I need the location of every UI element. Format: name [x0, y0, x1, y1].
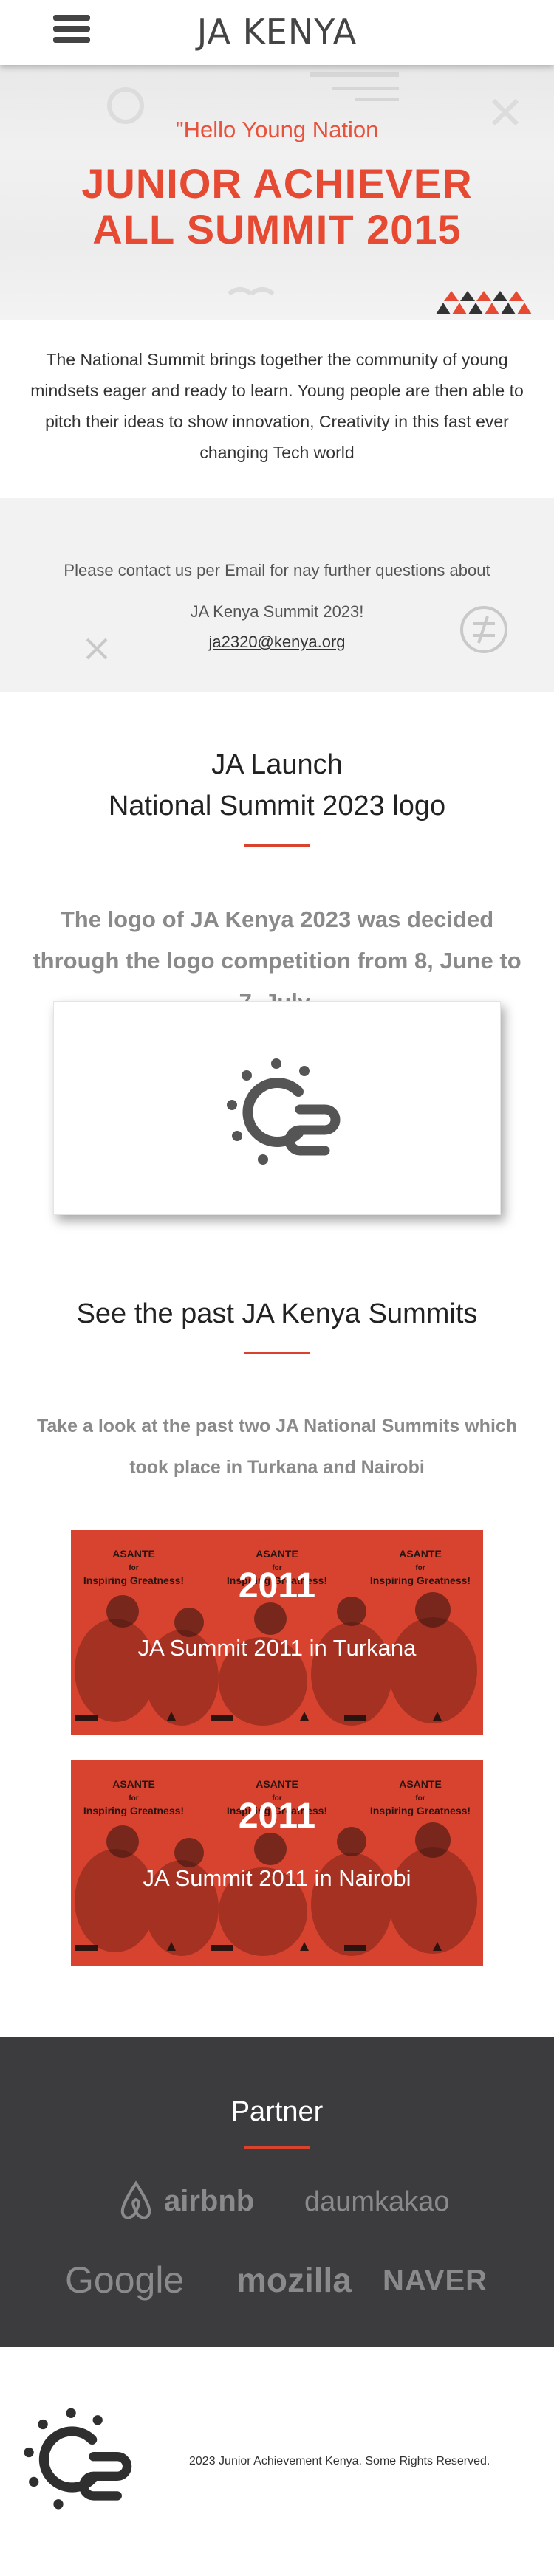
- copyright-text: 2023 Junior Achievement Kenya. Some Righ…: [189, 2455, 490, 2467]
- logo-card: [53, 1001, 501, 1215]
- brand-title[interactable]: JA KENYA: [0, 12, 554, 52]
- summit-label: JA Summit 2011 in Turkana: [137, 1635, 417, 1661]
- summit-year: 2011: [238, 1566, 316, 1605]
- contact-line1: Please contact us per Email for nay furt…: [64, 561, 490, 579]
- partner-logo-naver[interactable]: NAVER: [383, 2265, 488, 2298]
- hero-title-line2: ALL SUMMIT 2015: [92, 206, 462, 252]
- airbnb-logo-icon: [120, 2180, 151, 2219]
- partner-logo-mozilla[interactable]: mozilla: [236, 2260, 352, 2300]
- summit-year: 2011: [238, 1797, 316, 1836]
- partner-logo-airbnb[interactable]: airbnb: [164, 2185, 254, 2218]
- past-description: Take a look at the past two JA National …: [36, 1416, 518, 1478]
- past-title: See the past JA Kenya Summits: [76, 1298, 478, 1329]
- site-header: JA KENYA: [0, 0, 554, 65]
- summit-label: JA Summit 2011 in Nairobi: [143, 1865, 411, 1891]
- hero-deco-triangles: [436, 291, 532, 314]
- past-divider: [244, 1352, 310, 1354]
- partner-title: Partner: [230, 2096, 324, 2127]
- launch-divider: [244, 844, 310, 847]
- contact-email-link[interactable]: ja2320@kenya.org: [208, 633, 345, 651]
- launch-title: JA Launch National Summit 2023 logo: [0, 744, 554, 827]
- contact-text: Please contact us per Email for nay furt…: [30, 550, 524, 633]
- hero-quote: "Hello Young Nation: [175, 117, 379, 142]
- summit-card-turkana[interactable]: ASANTE for Inspiring Greatness! ASANTE for I…: [71, 1530, 483, 1735]
- partner-logo-daumkakao[interactable]: daumkakao: [304, 2186, 449, 2218]
- contact-email-wrap: ja2320@kenya.org: [0, 633, 554, 652]
- partner-logo-google[interactable]: Google: [65, 2259, 184, 2301]
- contact-section: Please contact us per Email for nay furt…: [0, 498, 554, 692]
- hero-title: JUNIOR ACHIEVER ALL SUMMIT 2015: [0, 161, 554, 252]
- summit-card-nairobi[interactable]: ASANTE for Inspiring Greatness! ASANTE for I…: [71, 1760, 483, 1966]
- contact-line2: JA Kenya Summit 2023!: [190, 602, 364, 621]
- partner-divider: [244, 2146, 310, 2149]
- footer-logo-mark-icon: [24, 2408, 132, 2510]
- launch-title-line2: National Summit 2023 logo: [108, 791, 446, 822]
- hero-banner: "Hello Young Nation JUNIOR ACHIEVER ALL …: [0, 65, 554, 320]
- hero-title-line1: JUNIOR ACHIEVER: [81, 160, 473, 207]
- partner-section: Partner airbnb daumkakao Google mozilla …: [0, 2037, 554, 2347]
- site-footer: 2023 Junior Achievement Kenya. Some Righ…: [0, 2347, 554, 2576]
- intro-text: The National Summit brings together the …: [30, 350, 524, 462]
- logo-mark-icon: [227, 1058, 341, 1165]
- launch-title-line1: JA Launch: [211, 749, 343, 780]
